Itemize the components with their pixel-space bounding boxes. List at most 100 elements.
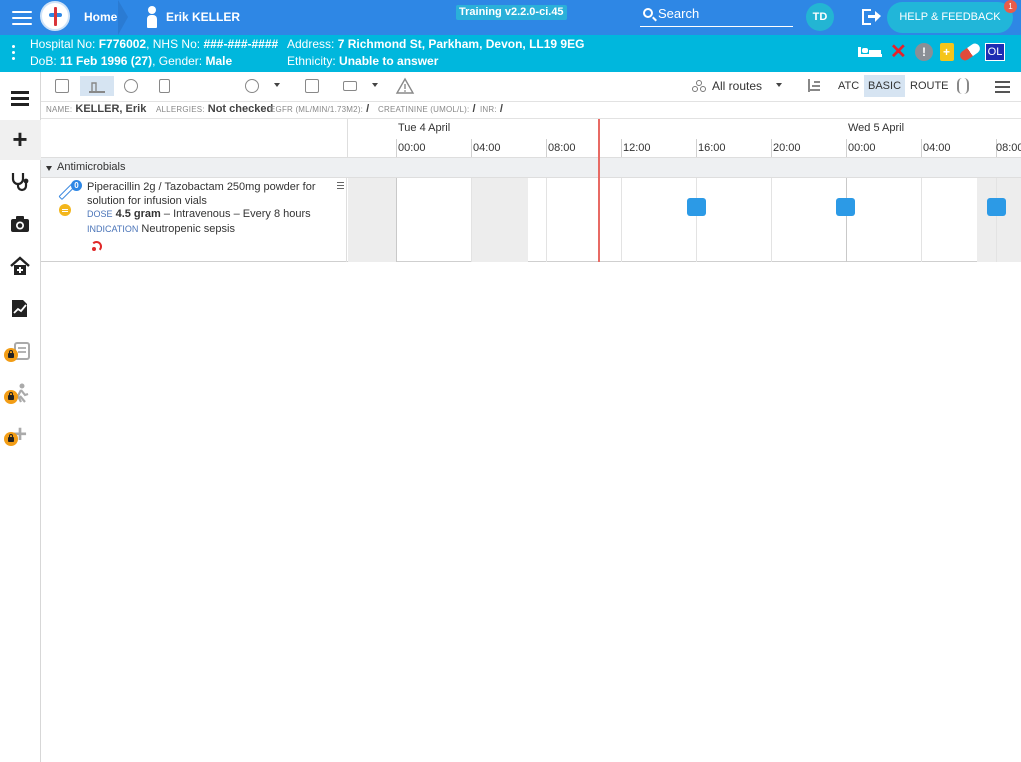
logout-icon[interactable] [862,9,881,25]
inr-label: INR: [480,105,497,114]
menu-icon[interactable] [12,7,32,27]
warning-button[interactable] [394,76,416,96]
nhs-no: ###-###-#### [203,37,279,51]
list-icon [9,86,31,108]
hour-label: 08:00 [996,142,1021,154]
medication-indication: INDICATION Neutropenic sepsis [87,223,235,235]
past-shading [348,178,397,262]
document-button[interactable] [154,76,176,96]
sidebar-item-add[interactable]: + [0,120,41,160]
column-divider [347,119,348,158]
basic-view-button[interactable]: BASIC [864,75,906,97]
dose-route-frequency: – Intravenous – Every 8 hours [163,208,311,220]
pill-round-icon [124,79,138,93]
hour-label: 04:00 [923,142,951,154]
grid-line [996,178,997,262]
group-header-antimicrobials[interactable]: Antimicrobials [41,158,1021,178]
sidebar-item-home[interactable] [0,247,41,287]
tick [621,139,622,157]
night-shading [977,178,1021,262]
medication-details[interactable]: 0 Piperacillin 2g / Tazobactam 250mg pow… [41,178,347,262]
signal-icon [91,241,102,252]
sidebar-item-stethoscope[interactable] [0,162,41,202]
medication-chart: Tue 4 April Wed 5 April 00:00 04:00 08:0… [41,118,1021,262]
pill-button[interactable] [120,76,142,96]
medication-row[interactable]: 0 Piperacillin 2g / Tazobactam 250mg pow… [41,178,1021,262]
grid-line [696,178,697,262]
hour-label: 00:00 [848,142,876,154]
scheduled-dose-marker[interactable] [836,198,855,216]
print-button[interactable] [339,76,361,96]
print-icon [343,81,357,91]
notification-badge: 1 [1004,0,1017,13]
indication-value: Neutropenic sepsis [141,223,235,235]
ol-badge[interactable]: OL [985,43,1005,61]
hour-label: 20:00 [773,142,801,154]
creatinine-label: CREATININE (UMOL/L): [378,105,470,114]
collapse-caret-icon[interactable] [46,166,52,171]
sort-icon[interactable] [806,79,820,93]
pill-icon[interactable] [958,41,982,63]
tick [921,139,922,157]
breadcrumb-patient[interactable]: Erik KELLER [128,0,248,35]
add-medication-button[interactable] [241,76,263,96]
sidebar-item-locked-person[interactable] [0,374,41,414]
creatinine-value: / [472,103,476,115]
hospital-no-label: Hospital No: [30,37,96,51]
address-label: Address: [287,37,335,51]
medication-dose: DOSE 4.5 gram – Intravenous – Every 8 ho… [87,208,311,220]
gender: Male [205,54,233,68]
alert-icon[interactable]: ! [915,43,933,61]
banner-address: Address: 7 Richmond St, Parkham, Devon, … [287,37,584,51]
tick [696,139,697,157]
app-logo [40,1,70,31]
current-time-line [598,119,600,262]
scheduled-dose-marker[interactable] [687,198,706,216]
route-view-button[interactable]: ROUTE [906,75,953,97]
medication-menu-icon[interactable] [337,182,344,191]
dna-icon[interactable] [957,78,969,94]
day-label-2: Wed 5 April [848,122,905,134]
egfr-label: EGFR (ML/MIN/1.73M2): [270,105,364,114]
grid-line [846,178,847,262]
sidebar-item-locked-clipboard[interactable] [0,332,41,372]
left-sidebar: + + [0,72,41,762]
sidebar-item-list[interactable] [0,78,41,118]
administer-button[interactable] [80,76,114,96]
more-menu-icon[interactable] [995,81,1010,96]
more-options-icon[interactable] [12,45,16,61]
chart-edit-icon [12,300,27,317]
day-label-1: Tue 4 April [398,122,451,134]
routes-select[interactable]: All routes [692,79,762,93]
user-avatar[interactable]: TD [806,3,834,31]
indication-tag: INDICATION [87,224,139,234]
count-badge: 0 [71,180,82,191]
add-medication-caret-icon[interactable] [274,83,280,87]
routes-caret-icon[interactable] [776,83,782,87]
lock-icon [4,432,18,446]
view-chart-button[interactable] [51,76,73,96]
inr-value: / [499,103,503,115]
ethnicity-label: Ethnicity: [287,54,336,68]
home-plus-icon [10,256,30,275]
chart-view-icon [55,79,69,93]
bed-icon[interactable] [858,43,882,61]
help-feedback-button[interactable]: HELP & FEEDBACK [887,2,1013,33]
clipboard-plus-icon[interactable] [940,43,954,61]
search-input[interactable]: Search [640,4,793,27]
add-item-button[interactable] [301,76,323,96]
chart-toolbar: All routes ATC BASIC ROUTE [41,72,1021,102]
sidebar-item-locked-plus[interactable]: + [0,416,41,456]
atc-view-button[interactable]: ATC [834,75,863,97]
close-red-icon[interactable]: ✕ [890,42,908,62]
banner-ids: Hospital No: F776002, NHS No: ###-###-##… [30,37,279,51]
tick [546,139,547,157]
scheduled-dose-marker[interactable] [987,198,1006,216]
hour-label: 12:00 [623,142,651,154]
allergies-label: ALLERGIES: [156,105,205,114]
document-icon [159,79,170,93]
dose-amount: 4.5 gram [115,208,161,220]
sidebar-item-chart[interactable] [0,289,41,329]
sidebar-item-camera[interactable] [0,205,41,245]
print-caret-icon[interactable] [372,83,378,87]
